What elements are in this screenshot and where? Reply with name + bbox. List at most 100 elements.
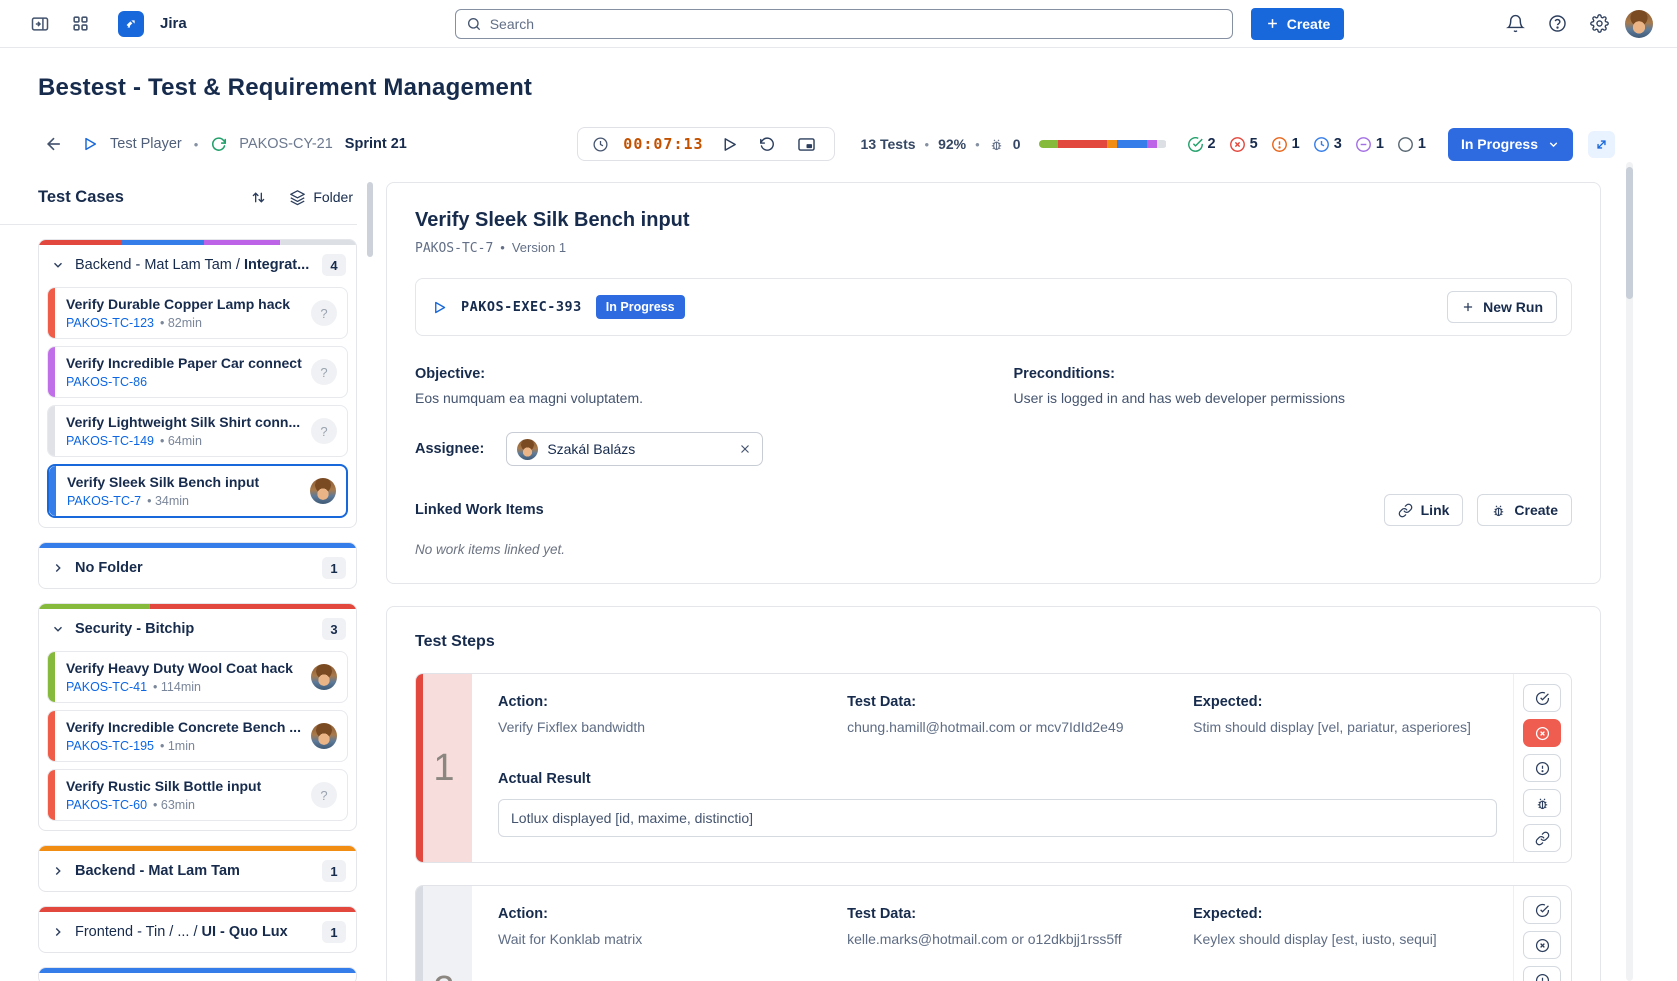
- app-switcher-icon[interactable]: [64, 8, 96, 40]
- sprint-name: Sprint 21: [345, 136, 407, 152]
- link-work-item-button[interactable]: Link: [1384, 494, 1464, 526]
- execution-row: PAKOS-EXEC-393 In Progress New Run: [415, 278, 1572, 336]
- folder-header[interactable]: Backend - Mat Lam Tam / Integrat... 4: [39, 245, 356, 285]
- folder-header[interactable]: Frontend - Tin / ... / UI - Quo Lux 1: [39, 912, 356, 952]
- help-icon[interactable]: [1541, 8, 1573, 40]
- action-label: Action:: [498, 906, 817, 922]
- step-pass-icon[interactable]: [1523, 684, 1561, 712]
- step-pass-icon[interactable]: [1523, 896, 1561, 924]
- actual-result-input[interactable]: Lotlux displayed [id, maxime, distinctio…: [498, 799, 1497, 837]
- action-value: Wait for Konklab matrix: [498, 931, 817, 947]
- cycle-key[interactable]: PAKOS-CY-21: [239, 136, 333, 152]
- tests-count: 13 Tests: [861, 136, 916, 152]
- timer-reset-icon[interactable]: [756, 132, 780, 156]
- sidebar-toggle-icon[interactable]: [24, 8, 56, 40]
- folder-group: Backend - Mat Lam Tam 1: [38, 845, 357, 892]
- test-step-row: 1 Action: Verify Fixflex bandwidth Test …: [415, 673, 1572, 863]
- folder-group: No Folder 1: [38, 542, 357, 589]
- test-data-label: Test Data:: [847, 906, 1163, 922]
- test-case-key: PAKOS-TC-60: [66, 798, 147, 812]
- nav-right: [1499, 8, 1653, 40]
- step-fail-icon[interactable]: [1523, 719, 1561, 747]
- execution-status-badge: In Progress: [596, 295, 685, 319]
- test-case-key: PAKOS-TC-123: [66, 316, 154, 330]
- chevron-right-icon: [51, 864, 65, 878]
- assignee-avatar: [311, 664, 337, 690]
- notifications-bell-icon[interactable]: [1499, 8, 1531, 40]
- chip-failed: 5: [1229, 136, 1258, 153]
- folder-header[interactable]: Security - Bitchip 3: [39, 609, 356, 649]
- test-case-key: PAKOS-TC-195: [66, 739, 154, 753]
- step-fail-icon[interactable]: [1523, 931, 1561, 959]
- step-link-icon[interactable]: [1523, 824, 1561, 852]
- chevron-down-icon: [1547, 138, 1560, 151]
- test-case-item[interactable]: Verify Lightweight Silk Shirt conn... PA…: [47, 405, 348, 457]
- collapse-player-icon[interactable]: [1588, 131, 1615, 158]
- execution-play-icon[interactable]: [432, 300, 447, 315]
- sort-icon[interactable]: [245, 184, 271, 210]
- back-arrow-icon[interactable]: [38, 128, 70, 160]
- timer-play-icon[interactable]: [718, 132, 742, 156]
- assignee-avatar: [517, 439, 538, 460]
- run-status-dropdown[interactable]: In Progress: [1448, 128, 1573, 161]
- test-case-item[interactable]: Verify Rustic Silk Bottle input PAKOS-TC…: [47, 769, 348, 821]
- create-button[interactable]: Create: [1251, 8, 1345, 40]
- unassigned-avatar: ?: [311, 300, 337, 326]
- test-case-item[interactable]: Verify Incredible Concrete Bench ... PAK…: [47, 710, 348, 762]
- expected-label: Expected:: [1193, 694, 1497, 710]
- unassigned-avatar: ?: [311, 782, 337, 808]
- step-actions-rail: [1513, 674, 1571, 862]
- test-case-item[interactable]: Verify Incredible Paper Car connect PAKO…: [47, 346, 348, 398]
- folder-header[interactable]: No Folder 1: [39, 548, 356, 588]
- preconditions-label: Preconditions:: [1014, 366, 1573, 382]
- chip-skipped: 1: [1355, 136, 1384, 153]
- picture-in-picture-icon[interactable]: [794, 132, 820, 156]
- test-case-detail-card: Verify Sleek Silk Bench input PAKOS-TC-7…: [386, 182, 1601, 584]
- plus-icon: [1265, 16, 1280, 31]
- folder-status-bar: [39, 240, 356, 245]
- main-scrollbar[interactable]: [1626, 162, 1633, 981]
- test-case-item[interactable]: Verify Durable Copper Lamp hack PAKOS-TC…: [47, 287, 348, 339]
- step-block-icon[interactable]: [1523, 966, 1561, 981]
- folder-count-badge: 1: [322, 557, 346, 579]
- bug-icon: [1491, 503, 1506, 518]
- objective-value: Eos numquam ea magni voluptatem.: [415, 390, 974, 406]
- folder-count-badge: 3: [322, 618, 346, 640]
- remove-assignee-icon[interactable]: [738, 442, 752, 456]
- folder-count-badge: 1: [322, 860, 346, 882]
- folder-header[interactable]: Backend - Mat Lam Tam 1: [39, 851, 356, 891]
- sidebar-title: Test Cases: [38, 188, 124, 207]
- sidebar-scrollbar[interactable]: [367, 182, 373, 981]
- step-actions-rail: [1513, 886, 1571, 981]
- step-block-icon[interactable]: [1523, 754, 1561, 782]
- progress-seg-in-progress: [1117, 140, 1147, 148]
- objective-label: Objective:: [415, 366, 974, 382]
- test-case-item[interactable]: Verify Heavy Duty Wool Coat hack PAKOS-T…: [47, 651, 348, 703]
- test-case-title: Verify Sleek Silk Bench input: [415, 209, 1572, 232]
- sprint-cycle-icon: [210, 136, 227, 153]
- test-case-item-selected[interactable]: Verify Sleek Silk Bench input PAKOS-TC-7…: [47, 464, 348, 518]
- user-avatar[interactable]: [1625, 10, 1653, 38]
- layers-icon: [289, 189, 306, 206]
- timer-value: 00:07:13: [623, 135, 703, 153]
- defect-count: 0: [1013, 136, 1021, 152]
- folder-view-toggle[interactable]: Folder: [289, 189, 353, 206]
- folder-group: Frontend - Tin / ... / UI - Quo Lux 1: [38, 906, 357, 953]
- run-stats: 13 Tests • 92% • 0: [861, 136, 1021, 152]
- search-icon: [466, 16, 482, 32]
- execution-key[interactable]: PAKOS-EXEC-393: [461, 299, 582, 315]
- expected-value: Keylex should display [est, iusto, sequi…: [1193, 931, 1497, 947]
- step-bug-icon[interactable]: [1523, 789, 1561, 817]
- new-run-button[interactable]: New Run: [1447, 291, 1557, 323]
- create-work-item-button[interactable]: Create: [1477, 494, 1572, 526]
- defect-bug-icon: [989, 137, 1004, 152]
- progress-seg-not-run: [1157, 140, 1167, 148]
- search-input[interactable]: [490, 16, 1222, 32]
- search-box[interactable]: [455, 9, 1233, 39]
- folder-count-badge: 4: [322, 254, 346, 276]
- actual-result-label: Actual Result: [498, 771, 1497, 787]
- divider: [0, 224, 357, 225]
- assignee-picker[interactable]: Szakál Balázs: [506, 432, 763, 466]
- settings-gear-icon[interactable]: [1583, 8, 1615, 40]
- jira-logo-icon[interactable]: [118, 11, 144, 37]
